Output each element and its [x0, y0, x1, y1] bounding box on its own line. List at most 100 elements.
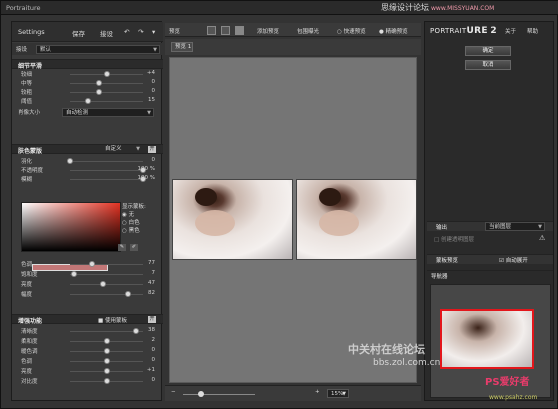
slider-label: 色调 [21, 359, 33, 365]
slider-value: 15 [148, 97, 155, 103]
slider-row: 较粗 0 [12, 88, 163, 96]
slider-row: 不透明度 100 % [12, 166, 163, 174]
original-image [172, 179, 293, 260]
slider-handle[interactable] [67, 158, 73, 164]
watermark-zol: 中关村在线论坛 [348, 343, 425, 356]
single-view-icon[interactable] [207, 26, 216, 35]
slider-row: 幅度 82 [12, 290, 163, 298]
cancel-button[interactable]: 取消 [465, 60, 511, 70]
warning-icon: ⚠ [539, 234, 546, 242]
output-dropdown[interactable]: 当前图层 ▼ [485, 222, 545, 231]
slider-handle[interactable] [103, 368, 110, 374]
slider-value: 7 [151, 270, 156, 276]
slider-row: 暖色调 0 [12, 347, 163, 355]
split-vertical-icon[interactable] [235, 26, 244, 35]
slider-handle[interactable] [103, 348, 110, 354]
slider-row: 亮度 +1 [12, 367, 163, 375]
slider-handle[interactable] [103, 378, 110, 384]
slider-track[interactable] [70, 161, 143, 162]
save-button[interactable]: 保存 [72, 28, 85, 38]
use-mask-checkbox[interactable]: ■ 使用蒙板 [98, 316, 127, 324]
slider-track[interactable] [70, 170, 143, 171]
detail-smoothing-header[interactable]: 细节平滑 [12, 59, 163, 70]
zoom-slider-handle[interactable] [198, 391, 204, 397]
mask-option-white[interactable]: ○ 白色 [122, 218, 140, 226]
help-button[interactable]: 帮助 [527, 27, 538, 35]
slider-label: 清晰度 [21, 329, 38, 335]
slider-row: 饱和度 7 [12, 270, 163, 278]
redo-icon[interactable]: ↷ [138, 28, 143, 36]
zoom-out-icon[interactable]: − [171, 389, 176, 395]
auto-expand-checkbox[interactable]: ☑ 自动展开 [499, 256, 528, 264]
tab-preview-1[interactable]: 预览 1 [171, 42, 193, 52]
slider-handle[interactable] [103, 358, 110, 364]
mask-option-black[interactable]: ○ 黑色 [122, 226, 140, 234]
about-button[interactable]: 关于 [505, 27, 516, 35]
eyedropper-minus-icon[interactable]: ✐ [130, 244, 138, 251]
eyedropper-icon[interactable]: ✎ [118, 244, 126, 251]
transparent-layer-checkbox[interactable]: □ 创建透明图层 [434, 235, 474, 243]
zoom-slider[interactable] [183, 394, 255, 395]
slider-handle[interactable] [96, 89, 103, 95]
slider-handle[interactable] [96, 80, 103, 86]
output-header[interactable]: 输出 当前图层 ▼ [427, 221, 553, 231]
slider-track[interactable] [70, 274, 143, 275]
slider-row: 模糊 100 % [12, 175, 163, 183]
bracket-button[interactable]: 包围曝光 [297, 27, 319, 35]
mask-preview-header[interactable]: 蒙板预览 ☑ 自动展开 [427, 254, 553, 264]
portrait-size-dropdown[interactable]: 自动检测 ▼ [62, 108, 154, 117]
slider-track[interactable] [70, 101, 143, 102]
chevron-down-icon[interactable]: ▾ [152, 28, 155, 36]
slider-handle[interactable] [103, 71, 110, 77]
slider-track[interactable] [70, 284, 143, 285]
slider-label: 阈值 [21, 99, 33, 105]
slider-value: 0 [151, 157, 156, 163]
processed-image [296, 179, 417, 260]
color-picker[interactable] [21, 202, 121, 252]
slider-track[interactable] [70, 179, 143, 180]
mask-option-none[interactable]: ◉ 无 [122, 210, 134, 218]
preset-row: 接设 默认 ▼ [12, 43, 163, 55]
ok-button[interactable]: 确定 [465, 46, 511, 56]
preview-canvas[interactable] [169, 57, 417, 383]
slider-handle[interactable] [70, 271, 77, 277]
preset-label: 接设 [16, 47, 28, 53]
slider-label: 色调 [21, 262, 33, 268]
slider-handle[interactable] [85, 98, 92, 104]
slider-handle[interactable] [88, 261, 95, 267]
undo-icon[interactable]: ↶ [124, 28, 129, 36]
mask-toggle-button[interactable]: 开 [148, 146, 156, 153]
slider-value: 0 [151, 79, 156, 85]
slider-handle[interactable] [103, 338, 110, 344]
zoom-select[interactable]: 15% ▼ [327, 389, 349, 398]
settings-title: Settings [18, 28, 45, 36]
slider-row: 对比度 0 [12, 377, 163, 385]
slider-track[interactable] [70, 92, 143, 93]
app-brand: PORTRAITURE 2 [430, 26, 497, 36]
skin-mask-header[interactable]: 肤色蒙版 自定义 ▼ 开 [12, 144, 163, 155]
mask-mode-dropdown[interactable]: 自定义 ▼ [102, 145, 142, 154]
enhance-header[interactable]: 增强功能 ■ 使用蒙板 开 [12, 314, 163, 325]
window-title: Portraiture [6, 4, 41, 12]
preset-dropdown[interactable]: 默认 ▼ [36, 45, 160, 54]
app-window: Portraiture 思缘设计论坛 www.MISSYUAN.COM Setti… [0, 0, 558, 409]
slider-value: 0 [151, 347, 156, 353]
slider-track[interactable] [70, 83, 143, 84]
slider-label: 中等 [21, 81, 33, 87]
zoom-in-icon[interactable]: + [315, 389, 320, 395]
watermark-top: 思缘设计论坛 www.MISSYUAN.COM [381, 3, 495, 12]
fast-preview-radio[interactable]: ○ 快速预览 [337, 27, 366, 35]
slider-row: 中等 0 [12, 79, 163, 87]
precise-preview-radio[interactable]: ● 精确预览 [379, 27, 408, 35]
slider-value: +4 [146, 70, 155, 76]
restore-button[interactable]: 接设 [100, 28, 113, 38]
navigator-thumbnail[interactable] [440, 309, 534, 369]
slider-value: 47 [148, 280, 155, 286]
split-horizontal-icon[interactable] [221, 26, 230, 35]
slider-track[interactable] [70, 264, 143, 265]
add-preview-button[interactable]: 添加预览 [257, 27, 279, 35]
slider-track[interactable] [70, 294, 143, 295]
slider-handle[interactable] [99, 281, 106, 287]
enhance-toggle-button[interactable]: 开 [148, 316, 156, 323]
slider-handle[interactable] [125, 291, 132, 297]
